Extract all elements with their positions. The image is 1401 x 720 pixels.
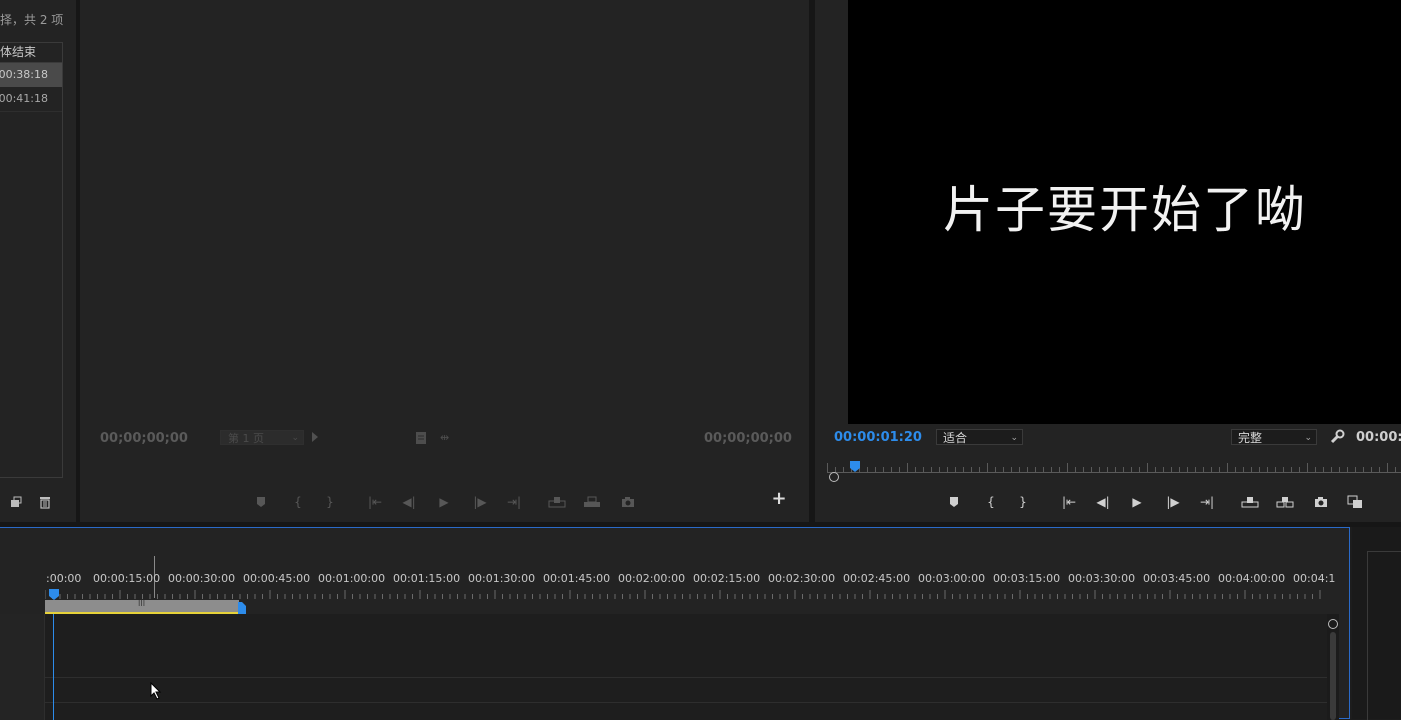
- mark-out-icon[interactable]: }: [321, 493, 339, 511]
- ruler-tick-label: 00:01:00:00: [318, 572, 386, 585]
- go-to-in-icon[interactable]: |⇤: [366, 493, 384, 511]
- ruler-tick-label: 00:00:15:00: [93, 572, 161, 585]
- zoom-handle[interactable]: [829, 472, 839, 482]
- ruler-tick-label: 00:00:30:00: [168, 572, 236, 585]
- mark-in-icon[interactable]: {: [289, 493, 307, 511]
- ruler-tick-label: 00:01:30:00: [468, 572, 536, 585]
- program-video-frame: 片子要开始了呦: [848, 0, 1401, 424]
- ruler-tick-label: 00:00:45:00: [243, 572, 311, 585]
- settings-doc-icon[interactable]: [414, 430, 428, 444]
- timeline-tracks[interactable]: [0, 614, 1327, 720]
- video-subtitle: 片子要开始了呦: [943, 181, 1307, 239]
- row-divider: [0, 111, 62, 112]
- scroll-handle[interactable]: [1328, 619, 1338, 629]
- vertical-scrollbar[interactable]: [1327, 614, 1339, 720]
- page-select[interactable]: 第 1 页 ⌄: [220, 430, 304, 445]
- list-item[interactable]: 00:00:38:18: [0, 63, 62, 87]
- source-timecode-in[interactable]: 00;00;00;00: [100, 431, 188, 446]
- go-to-out-icon[interactable]: ⇥|: [505, 493, 523, 511]
- time-ruler-ticks[interactable]: [44, 586, 1327, 600]
- source-timecode-duration: 00;00;00;00: [704, 431, 792, 446]
- chevron-down-icon: ⌄: [1304, 433, 1312, 443]
- audio-meter: [1367, 551, 1401, 720]
- step-forward-icon[interactable]: |▶: [1164, 493, 1182, 511]
- ruler-tick-label: 00:03:45:00: [1143, 572, 1211, 585]
- ruler-tick-label: 00:02:45:00: [843, 572, 911, 585]
- step-back-icon[interactable]: ◀|: [1094, 493, 1112, 511]
- audio-meter-panel: [1352, 527, 1401, 720]
- ruler-tick-label: :00:00: [46, 572, 82, 585]
- playhead-icon[interactable]: [49, 586, 59, 600]
- ruler-tick-label: 00:03:00:00: [918, 572, 986, 585]
- lift-icon[interactable]: [1241, 493, 1259, 511]
- timeline-panel: :00:00 00:00:15:00 00:00:30:00 00:00:45:00 0…: [0, 527, 1350, 720]
- insert-icon[interactable]: [548, 493, 566, 511]
- trash-icon[interactable]: [37, 494, 53, 510]
- ruler-tick-label: 00:02:30:00: [768, 572, 836, 585]
- source-monitor: 00;00;00;00 第 1 页 ⌄ ⇹ 00;00;00;00 { } |⇤…: [80, 0, 809, 522]
- list-item[interactable]: 00:00:41:18: [0, 87, 62, 111]
- new-item-icon[interactable]: [8, 494, 24, 510]
- program-monitor: 片子要开始了呦 00:00:01:20 适合 ⌄ 完整 ⌄ 00:00:3 { …: [815, 0, 1401, 522]
- selection-status: 择，共 2 项: [0, 13, 64, 27]
- quality-select[interactable]: 完整 ⌄: [1231, 429, 1317, 445]
- compare-view-icon[interactable]: [1346, 493, 1364, 511]
- work-area-grip: III: [138, 599, 146, 608]
- ruler-tick-label: 00:01:15:00: [393, 572, 461, 585]
- scroll-thumb[interactable]: [1330, 632, 1336, 720]
- ruler-tick-label: 00:04:1: [1293, 572, 1336, 585]
- track-divider: [0, 677, 1327, 678]
- mouse-cursor-icon: [150, 681, 162, 700]
- mark-out-icon[interactable]: }: [1014, 493, 1032, 511]
- ruler-tick-label: 00:02:00:00: [618, 572, 686, 585]
- ruler-tick-label: 00:02:15:00: [693, 572, 761, 585]
- go-to-in-icon[interactable]: |⇤: [1060, 493, 1078, 511]
- add-marker-icon[interactable]: [252, 493, 270, 511]
- playhead-line: [53, 614, 54, 720]
- track-divider: [0, 702, 1327, 703]
- track-headers[interactable]: [0, 614, 45, 720]
- chevron-down-icon: ⌄: [1010, 433, 1018, 443]
- chevron-down-icon: ⌄: [291, 433, 299, 443]
- drag-audio-icon[interactable]: ⇹: [440, 431, 449, 444]
- ruler-tick-label: 00:04:00:00: [1218, 572, 1286, 585]
- work-area-end-handle[interactable]: [238, 600, 246, 615]
- add-button[interactable]: +: [770, 490, 788, 508]
- play-icon[interactable]: ▶: [1128, 493, 1146, 511]
- ruler-tick-label: 00:03:15:00: [993, 572, 1061, 585]
- wrench-icon[interactable]: [1329, 429, 1345, 445]
- program-timecode[interactable]: 00:00:01:20: [834, 430, 922, 445]
- ruler-tick-label: 00:01:45:00: [543, 572, 611, 585]
- work-area-bar[interactable]: III: [45, 599, 239, 612]
- go-to-out-icon[interactable]: ⇥|: [1198, 493, 1216, 511]
- add-marker-icon[interactable]: [945, 493, 963, 511]
- program-duration: 00:00:3: [1356, 430, 1401, 445]
- step-forward-icon[interactable]: |▶: [471, 493, 489, 511]
- fit-select[interactable]: 适合 ⌄: [936, 429, 1023, 445]
- mark-in-icon[interactable]: {: [982, 493, 1000, 511]
- media-end-cell: 00:00:41:18: [0, 92, 48, 105]
- program-time-ruler[interactable]: [827, 458, 1401, 473]
- export-frame-icon[interactable]: [619, 493, 637, 511]
- overwrite-icon[interactable]: [583, 493, 601, 511]
- ruler-tick-label: 00:03:30:00: [1068, 572, 1136, 585]
- media-end-cell: 00:00:38:18: [0, 68, 48, 81]
- playhead-icon[interactable]: [850, 458, 860, 472]
- step-back-icon[interactable]: ◀|: [400, 493, 418, 511]
- export-frame-icon[interactable]: [1312, 493, 1330, 511]
- column-header-media-end[interactable]: 媒体结束: [0, 43, 62, 63]
- play-icon[interactable]: ▶: [435, 493, 453, 511]
- extract-icon[interactable]: [1276, 493, 1294, 511]
- page-next-icon[interactable]: [312, 432, 318, 442]
- project-list: 媒体结束 00:00:38:18 00:00:41:18: [0, 42, 63, 478]
- project-panel: 择，共 2 项 媒体结束 00:00:38:18 00:00:41:18: [0, 0, 76, 522]
